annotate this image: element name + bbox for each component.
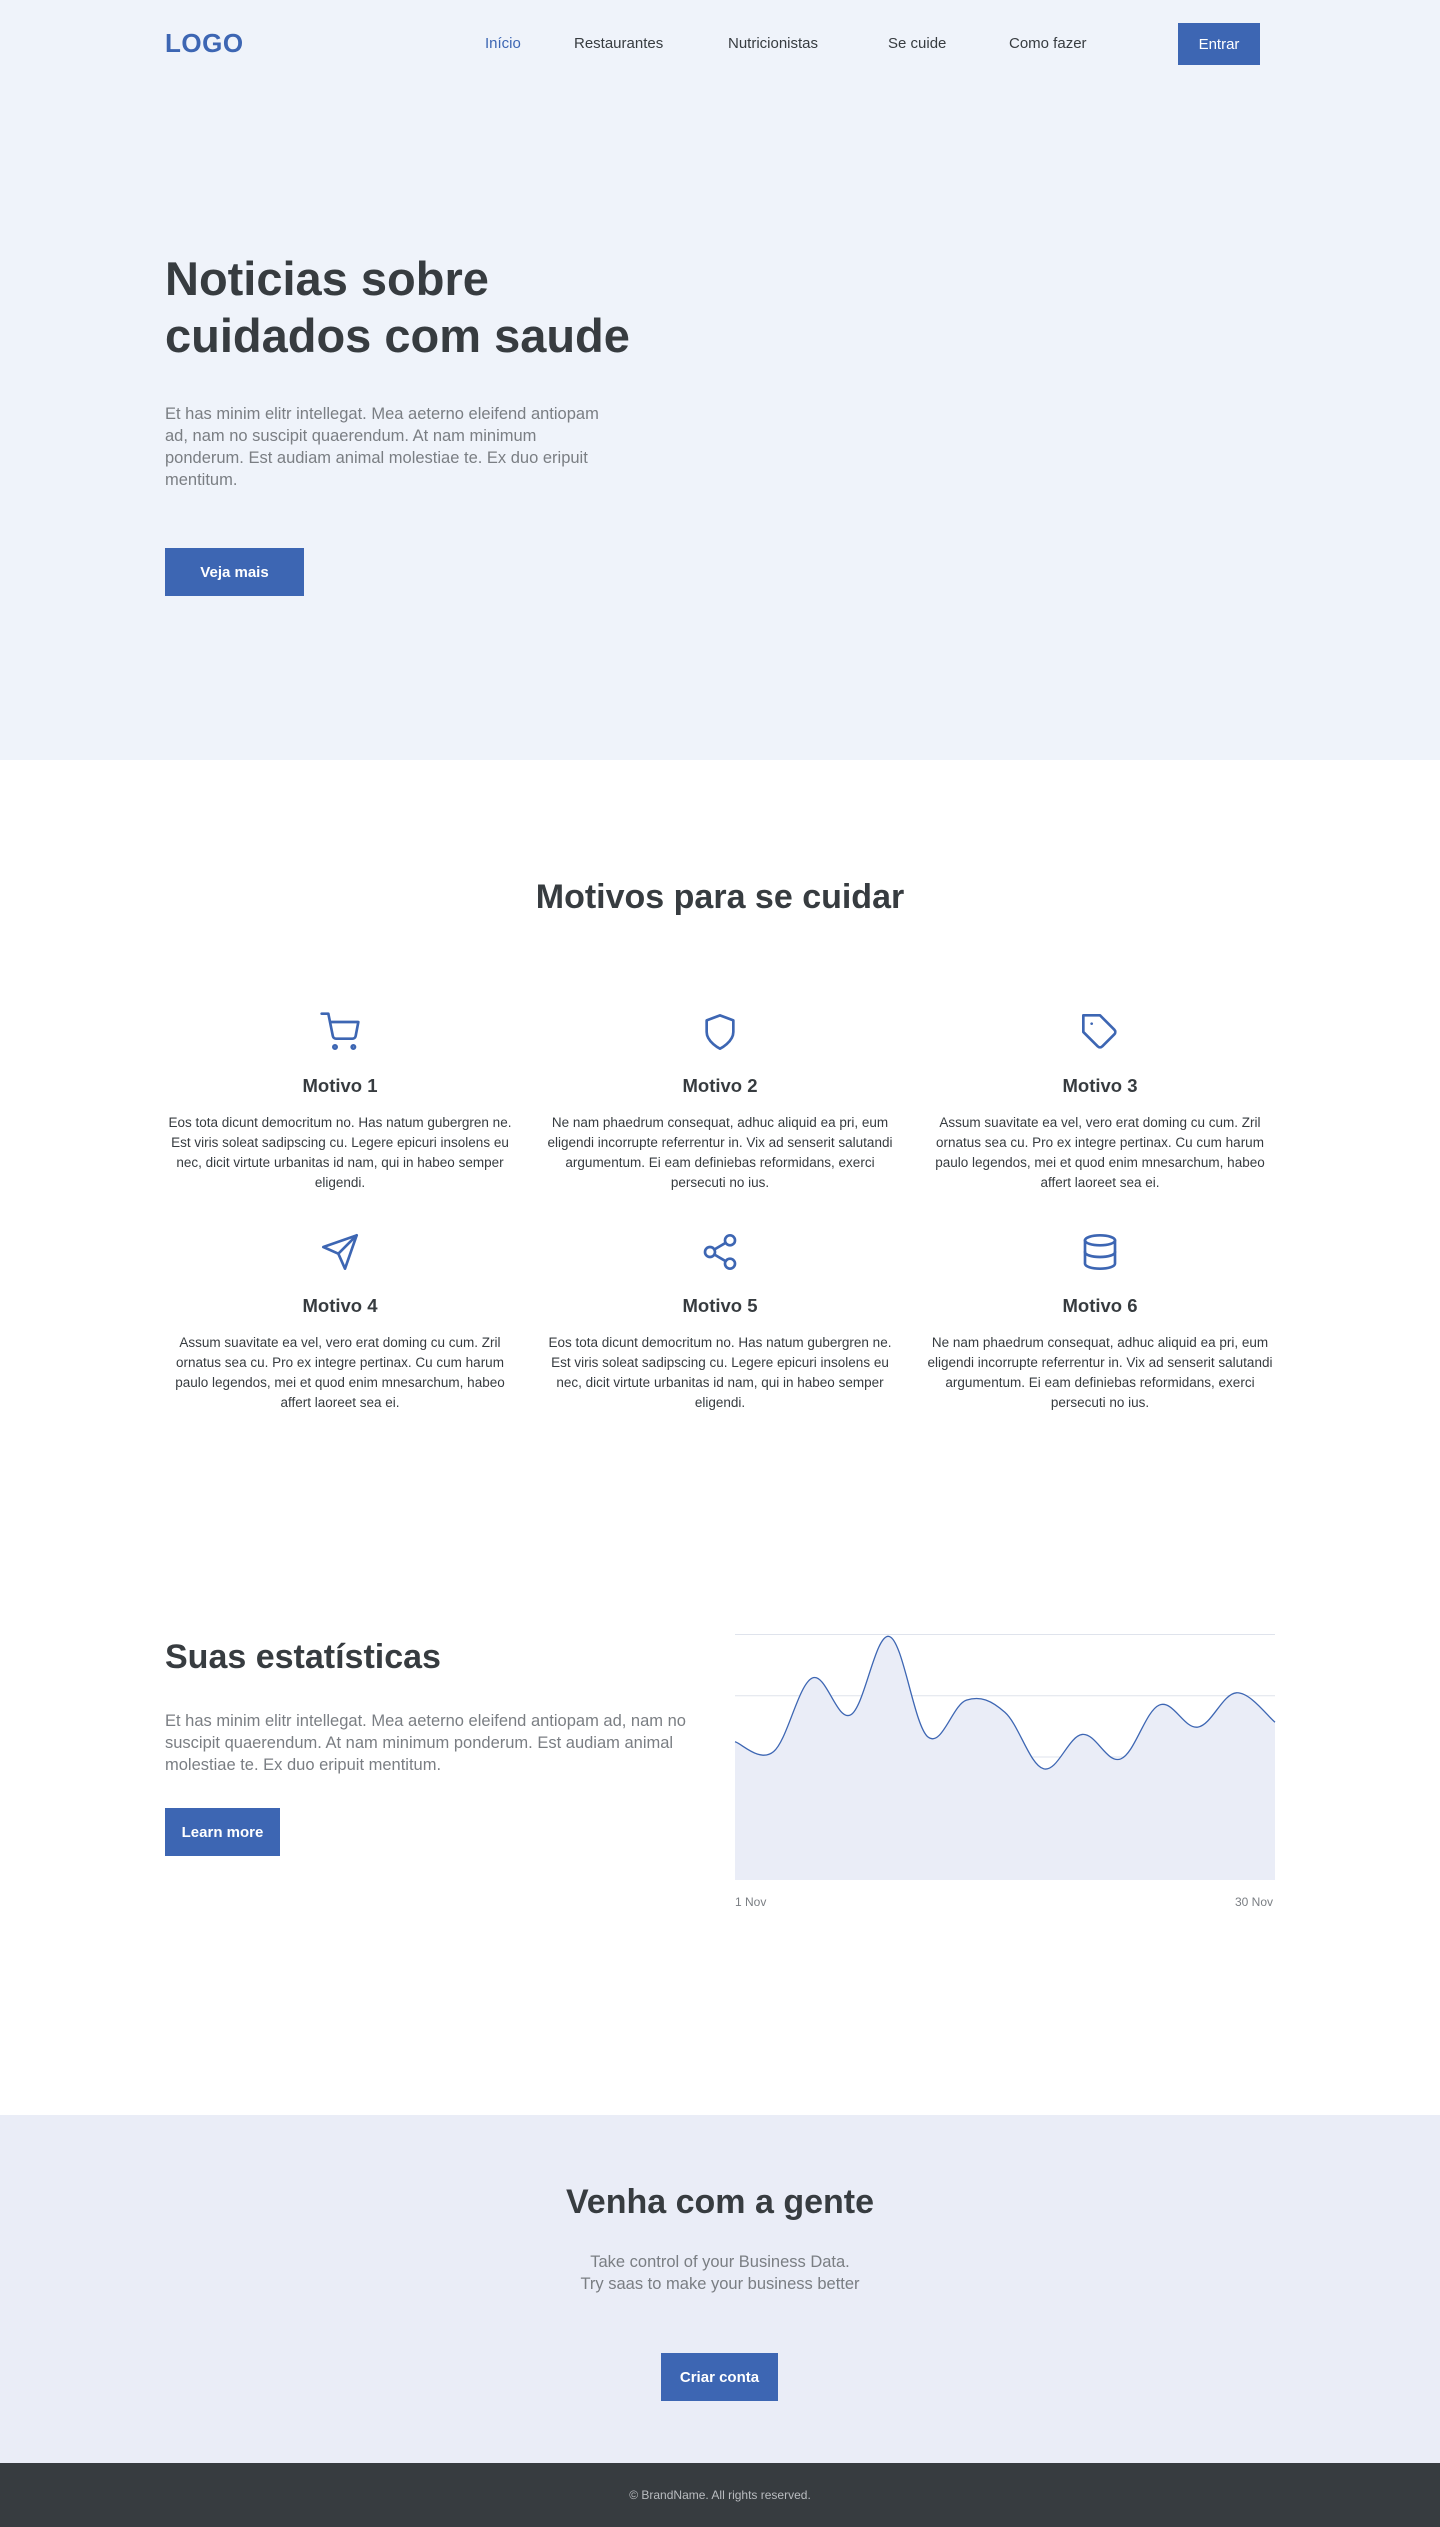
nav-link-se-cuide[interactable]: Se cuide (888, 35, 946, 52)
top-nav: LOGO Início Restaurantes Nutricionistas … (165, 0, 1275, 88)
stats-text: Et has minim elitr intellegat. Mea aeter… (165, 1712, 686, 1774)
tag-icon (1080, 1012, 1120, 1052)
nav-link-nutricionistas[interactable]: Nutricionistas (728, 35, 818, 52)
shield-icon (700, 1012, 740, 1052)
hero-section: LOGO Início Restaurantes Nutricionistas … (0, 0, 1440, 760)
cta-text-line-2: Try saas to make your business better (580, 2275, 860, 2293)
feature-title: Motivo 6 (1062, 1295, 1138, 1316)
feature-text: Ne nam phaedrum consequat, adhuc aliquid… (927, 1335, 1273, 1410)
cta-section: Venha com a gente Take control of your B… (0, 2115, 1440, 2463)
feature-text: Eos tota dicunt democritum no. Has natum… (548, 1335, 892, 1410)
chart-x-label-end: 30 Nov (1235, 1895, 1274, 1909)
feature-text: Assum suavitate ea vel, vero erat doming… (935, 1115, 1265, 1190)
feature-title: Motivo 2 (682, 1075, 758, 1096)
stats-chart-svg (734, 1634, 1276, 1880)
cta-title: Venha com a gente (566, 2183, 874, 2221)
send-icon (320, 1232, 360, 1272)
share-icon (700, 1232, 740, 1272)
features-title: Motivos para se cuidar (535, 878, 905, 916)
database-icon (1080, 1232, 1120, 1272)
cart-icon (320, 1012, 360, 1052)
features-section: Motivos para se cuidar Motivo 1 Eos tota… (0, 760, 1440, 1520)
footer-copyright: © BrandName. All rights reserved. (629, 2488, 811, 2502)
nav-links: Início Restaurantes Nutricionistas Se cu… (165, 0, 1275, 88)
cta-text: Take control of your Business Data. Try … (0, 2251, 1440, 2295)
feature-text: Ne nam phaedrum consequat, adhuc aliquid… (547, 1115, 893, 1190)
stats-section: Suas estatísticas Et has minim elitr int… (0, 1520, 1440, 2115)
stats-chart (734, 1633, 1276, 1880)
nav-link-restaurantes[interactable]: Restaurantes (574, 35, 663, 52)
chart-area (735, 1636, 1275, 1880)
footer: © BrandName. All rights reserved. (0, 2463, 1440, 2527)
stats-title: Suas estatísticas (165, 1638, 441, 1676)
nav-link-inicio[interactable]: Início (485, 35, 521, 52)
feature-title: Motivo 1 (302, 1075, 378, 1096)
feature-text: Eos tota dicunt democritum no. Has natum… (168, 1115, 512, 1190)
feature-title: Motivo 4 (302, 1295, 378, 1316)
login-button[interactable]: Entrar (1178, 23, 1260, 65)
learn-more-button[interactable]: Learn more (165, 1808, 280, 1856)
create-account-button[interactable]: Criar conta (661, 2353, 778, 2401)
chart-x-label-start: 1 Nov (735, 1895, 767, 1909)
cta-text-line-1: Take control of your Business Data. (590, 2253, 850, 2271)
feature-title: Motivo 5 (682, 1295, 758, 1316)
hero-title: Noticias sobre cuidados com saude (165, 252, 630, 362)
feature-title: Motivo 3 (1062, 1075, 1138, 1096)
nav-link-como-fazer[interactable]: Como fazer (1009, 35, 1087, 52)
hero-text: Et has minim elitr intellegat. Mea aeter… (165, 405, 599, 489)
feature-text: Assum suavitate ea vel, vero erat doming… (175, 1335, 505, 1410)
hero-see-more-button[interactable]: Veja mais (165, 548, 304, 596)
